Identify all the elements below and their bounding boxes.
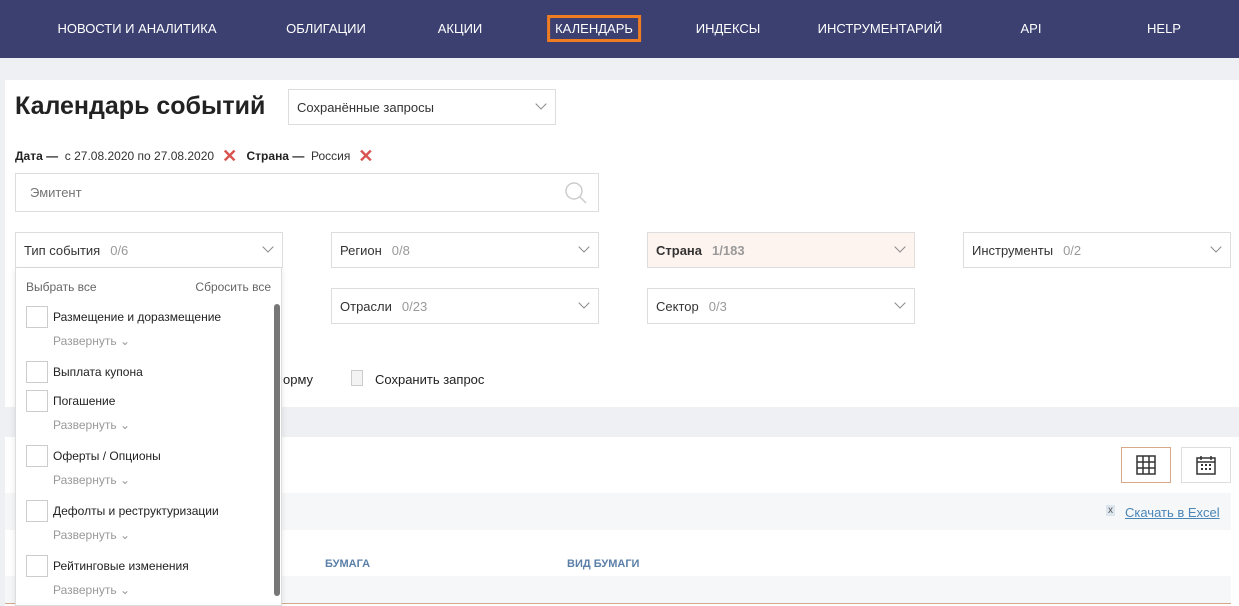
checkbox-offers[interactable] xyxy=(26,445,48,467)
page-title: Календарь событий xyxy=(15,92,266,120)
remove-country-filter-icon[interactable]: ✕ xyxy=(358,146,373,166)
option-label: Оферты / Опционы xyxy=(53,449,161,463)
instruments-label: Инструменты xyxy=(972,242,1054,258)
download-excel-link[interactable]: Скачать в Excel xyxy=(1125,505,1220,520)
save-query-button[interactable]: Сохранить запрос xyxy=(375,372,484,387)
chevron-down-icon xyxy=(1210,241,1222,253)
country-count: 1/183 xyxy=(712,242,745,258)
nav-stocks[interactable]: АКЦИИ xyxy=(438,21,483,36)
country-filter-label: Страна — xyxy=(246,149,305,163)
checkbox-coupon[interactable] xyxy=(26,361,48,383)
sector-count: 0/3 xyxy=(708,298,727,314)
nav-news[interactable]: НОВОСТИ И АНАЛИТИКА xyxy=(57,21,216,36)
region-label: Регион xyxy=(340,242,382,258)
nav-tools[interactable]: ИНСТРУМЕНТАРИЙ xyxy=(818,21,943,36)
chevron-down-icon xyxy=(578,297,590,309)
chevron-down-icon xyxy=(894,241,906,253)
nav-help[interactable]: HELP xyxy=(1147,21,1181,36)
expand-toggle[interactable]: Развернуть ⌄ xyxy=(53,473,130,487)
event-type-dropdown: Выбрать все Сбросить все Размещение и до… xyxy=(15,268,282,606)
nav-bonds[interactable]: ОБЛИГАЦИИ xyxy=(286,21,366,36)
country-label: Страна xyxy=(656,242,703,258)
saved-queries-select[interactable]: Сохранённые запросы xyxy=(288,89,556,125)
option-label: Выплата купона xyxy=(53,365,143,379)
industries-label: Отрасли xyxy=(340,298,392,314)
clear-form-button[interactable]: орму xyxy=(283,372,313,387)
checkbox-defaults[interactable] xyxy=(26,500,48,522)
reset-all-button[interactable]: Сбросить все xyxy=(195,280,271,294)
instruments-select[interactable]: Инструменты 0/2 xyxy=(963,232,1231,268)
event-type-select[interactable]: Тип события 0/6 xyxy=(15,232,283,268)
industries-select[interactable]: Отрасли 0/23 xyxy=(331,288,599,324)
active-filters: Дата — с 27.08.2020 по 27.08.2020 ✕ Стран… xyxy=(15,146,379,167)
top-nav: НОВОСТИ И АНАЛИТИКА ОБЛИГАЦИИ АКЦИИ КАЛЕ… xyxy=(0,0,1239,58)
checkbox-ratings[interactable] xyxy=(26,555,48,577)
option-label: Размещение и доразмещение xyxy=(53,310,222,324)
option-label: Погашение xyxy=(53,394,116,408)
expand-toggle[interactable]: Развернуть ⌄ xyxy=(53,528,130,542)
industries-count: 0/23 xyxy=(401,298,428,314)
saved-queries-label: Сохранённые запросы xyxy=(297,99,434,115)
sector-select[interactable]: Сектор 0/3 xyxy=(647,288,915,324)
save-document-icon xyxy=(351,370,363,386)
table-view-button[interactable] xyxy=(1121,447,1171,483)
remove-date-filter-icon[interactable]: ✕ xyxy=(222,146,237,166)
sector-label: Сектор xyxy=(656,298,699,314)
country-filter-value: Россия xyxy=(311,149,351,163)
region-count: 0/8 xyxy=(391,242,410,258)
chevron-down-icon xyxy=(535,98,547,110)
checkbox-placement[interactable] xyxy=(26,306,48,328)
expand-toggle[interactable]: Развернуть ⌄ xyxy=(53,334,130,348)
issuer-search-input[interactable] xyxy=(16,174,556,211)
dropdown-scrollbar[interactable] xyxy=(274,304,280,596)
option-label: Рейтинговые изменения xyxy=(53,559,189,573)
select-all-button[interactable]: Выбрать все xyxy=(26,280,97,294)
column-header-security-type[interactable]: ВИД БУМАГИ xyxy=(567,558,639,570)
calendar-view-button[interactable] xyxy=(1181,447,1231,483)
nav-api[interactable]: API xyxy=(1021,21,1042,36)
grid-icon xyxy=(1136,455,1156,475)
chevron-down-icon xyxy=(894,297,906,309)
event-type-label: Тип события xyxy=(24,242,101,258)
expand-toggle[interactable]: Развернуть ⌄ xyxy=(53,418,130,432)
event-type-count: 0/6 xyxy=(110,242,129,258)
column-header-security[interactable]: БУМАГА xyxy=(325,558,370,570)
issuer-search[interactable] xyxy=(15,173,599,212)
calendar-icon xyxy=(1196,456,1216,475)
date-filter-label: Дата — xyxy=(15,149,59,163)
search-icon[interactable] xyxy=(564,181,588,205)
region-select[interactable]: Регион 0/8 xyxy=(331,232,599,268)
checkbox-redemption[interactable] xyxy=(26,390,48,412)
chevron-down-icon xyxy=(578,241,590,253)
country-select[interactable]: Страна 1/183 xyxy=(647,232,915,268)
nav-calendar[interactable]: КАЛЕНДАРЬ xyxy=(547,15,641,42)
excel-icon: x xyxy=(1106,505,1115,516)
chevron-down-icon xyxy=(262,241,274,253)
option-label: Дефолты и реструктуризации xyxy=(53,504,219,518)
nav-indices[interactable]: ИНДЕКСЫ xyxy=(696,21,761,36)
expand-toggle[interactable]: Развернуть ⌄ xyxy=(53,583,130,597)
instruments-count: 0/2 xyxy=(1063,242,1082,258)
date-filter-value: с 27.08.2020 по 27.08.2020 xyxy=(64,149,215,163)
